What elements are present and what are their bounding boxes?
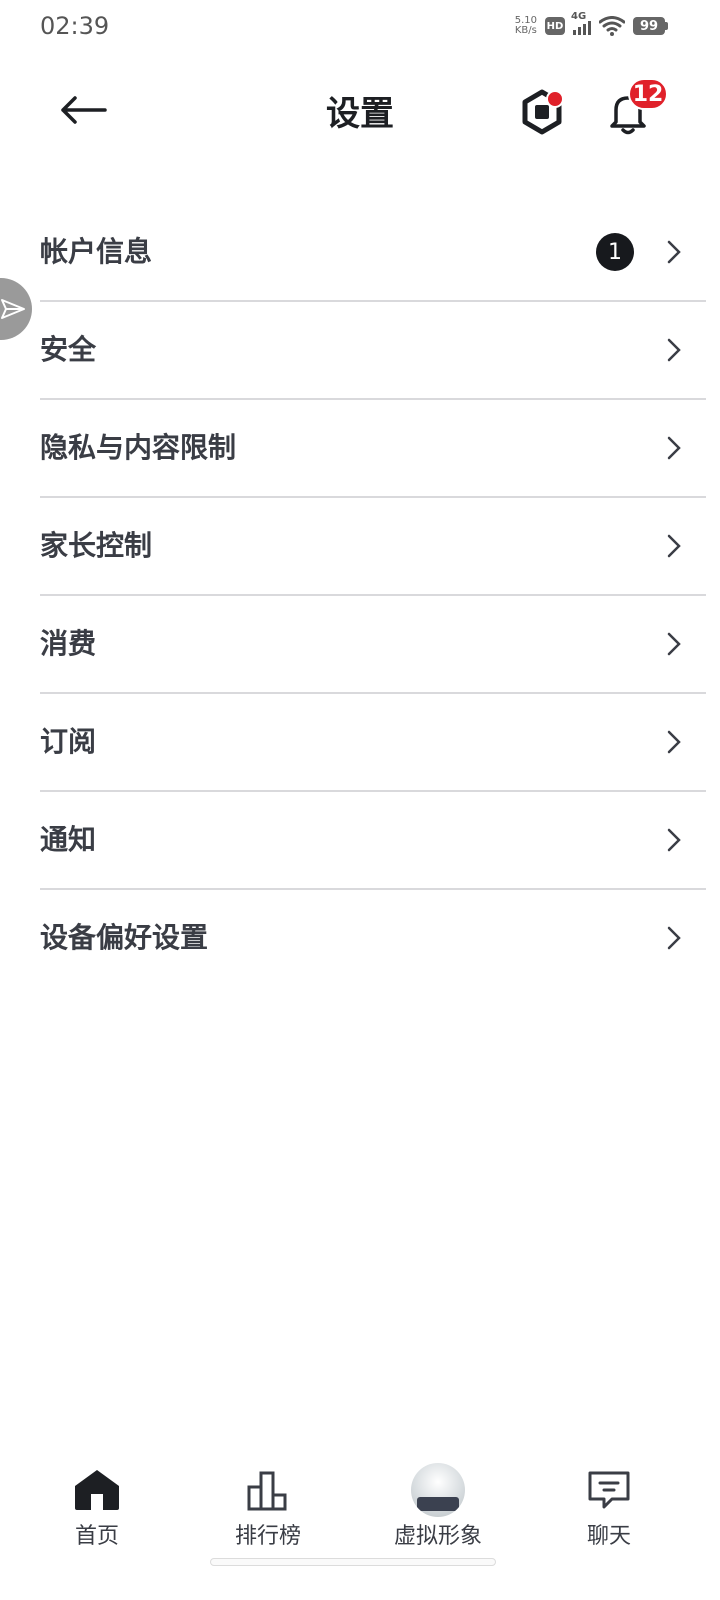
nav-item-avatar[interactable]: 虚拟形象 <box>353 1450 523 1560</box>
settings-item-label: 通知 <box>40 823 97 856</box>
settings-item-account-info[interactable]: 帐户信息 1 <box>40 204 706 302</box>
cellular-signal-icon: 4G <box>571 11 591 35</box>
wifi-icon <box>599 16 625 36</box>
settings-item-security[interactable]: 安全 <box>40 302 706 400</box>
nav-label: 聊天 <box>586 1524 631 1549</box>
settings-item-label: 消费 <box>40 627 97 660</box>
bottom-nav: 首页 排行榜 虚拟形象 聊天 <box>0 1450 720 1560</box>
nav-label: 排行榜 <box>234 1524 301 1549</box>
settings-item-label: 家长控制 <box>40 529 153 562</box>
settings-item-parental-controls[interactable]: 家长控制 <box>40 498 706 596</box>
home-indicator[interactable] <box>210 1558 496 1566</box>
network-speed: 5.10 KB/s <box>515 16 537 36</box>
home-icon <box>75 1470 119 1510</box>
chevron-right-icon <box>667 730 681 754</box>
network-type: 4G <box>571 11 587 22</box>
floating-share-tab[interactable] <box>0 278 32 340</box>
network-speed-unit: KB/s <box>514 25 537 36</box>
account-info-badge: 1 <box>596 233 634 271</box>
chat-icon <box>588 1471 630 1509</box>
leaderboard-icon <box>247 1471 287 1511</box>
settings-item-label: 订阅 <box>40 725 97 758</box>
status-bar: 02:39 5.10 KB/s HD 4G 99 <box>0 0 720 56</box>
robux-alert-dot <box>546 90 564 108</box>
settings-item-label: 帐户信息 <box>40 235 153 268</box>
chevron-right-icon <box>667 338 681 362</box>
settings-item-label: 安全 <box>40 333 97 366</box>
settings-item-label: 设备偏好设置 <box>40 921 209 954</box>
status-time: 02:39 <box>40 12 110 40</box>
settings-item-spending[interactable]: 消费 <box>40 596 706 694</box>
battery-icon: 99 <box>633 17 668 35</box>
send-icon <box>1 299 25 319</box>
chevron-right-icon <box>667 240 681 264</box>
chevron-right-icon <box>667 436 681 460</box>
chevron-right-icon <box>667 828 681 852</box>
settings-item-subscriptions[interactable]: 订阅 <box>40 694 706 792</box>
notification-count-badge: 12 <box>628 78 668 110</box>
settings-item-notifications[interactable]: 通知 <box>40 792 706 890</box>
settings-item-label: 隐私与内容限制 <box>40 431 237 464</box>
chevron-right-icon <box>667 632 681 656</box>
nav-label: 首页 <box>74 1524 119 1549</box>
header: 设置 <box>0 64 720 156</box>
nav-item-chat[interactable]: 聊天 <box>524 1450 694 1560</box>
hd-icon: HD <box>545 17 565 35</box>
nav-label: 虚拟形象 <box>393 1524 482 1549</box>
chevron-right-icon <box>667 534 681 558</box>
robux-button[interactable] <box>514 84 570 140</box>
settings-item-privacy[interactable]: 隐私与内容限制 <box>40 400 706 498</box>
battery-level: 99 <box>633 17 665 35</box>
settings-list: 帐户信息 1 安全 隐私与内容限制 家长控制 消费 订阅 通知 设备偏好设置 <box>40 204 706 986</box>
settings-item-device-preferences[interactable]: 设备偏好设置 <box>40 890 706 986</box>
status-icons: 5.10 KB/s HD 4G 99 <box>515 11 668 36</box>
avatar-icon <box>411 1463 465 1517</box>
nav-item-leaderboard[interactable]: 排行榜 <box>183 1450 353 1560</box>
nav-item-home[interactable]: 首页 <box>12 1450 182 1560</box>
chevron-right-icon <box>667 926 681 950</box>
